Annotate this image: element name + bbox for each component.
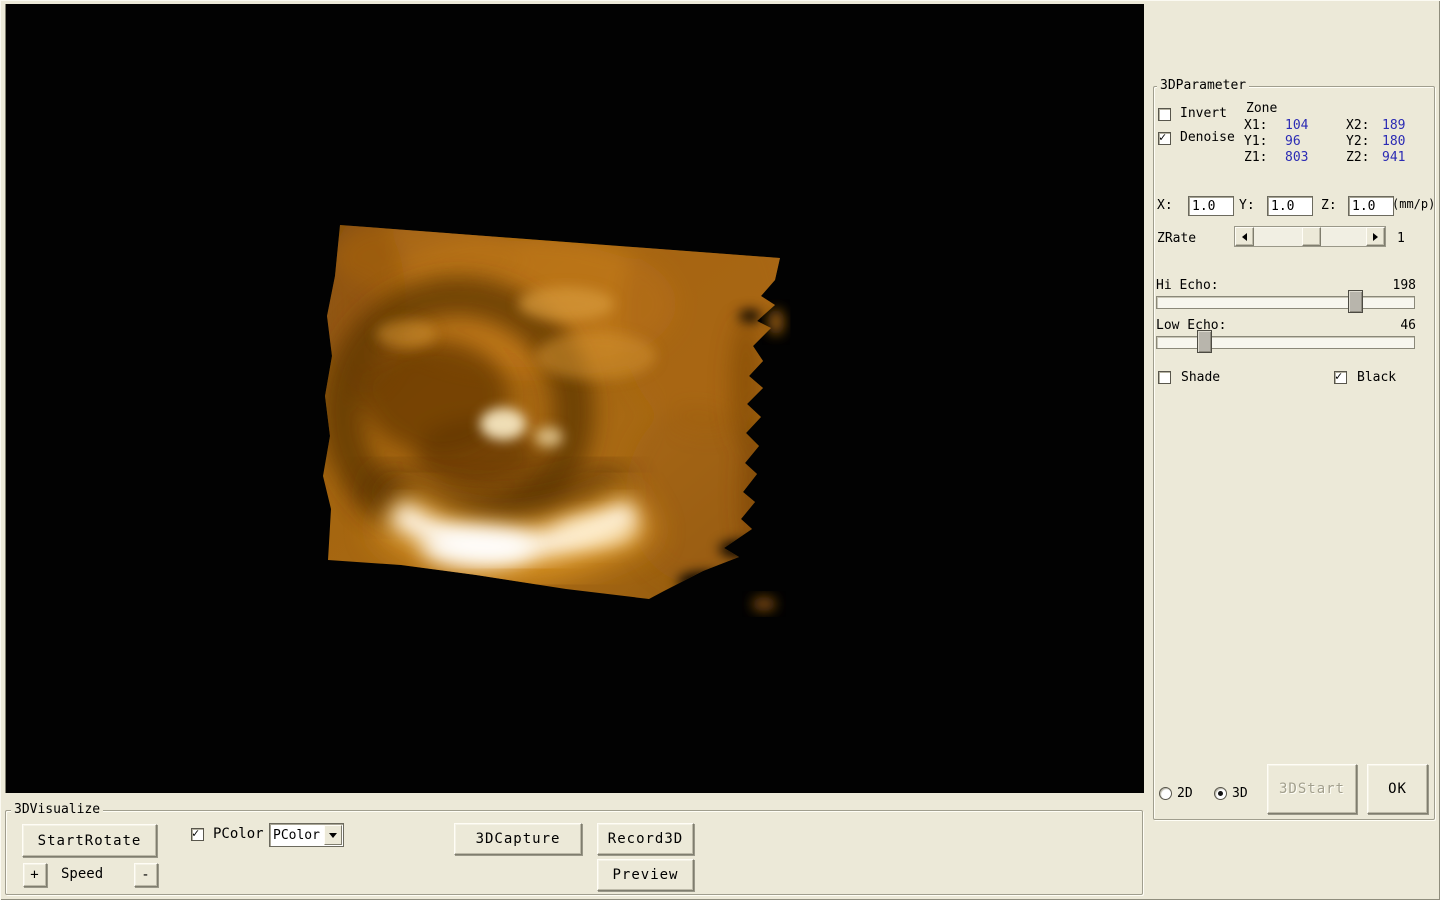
speed-plus-button[interactable]: + — [23, 863, 47, 887]
zone-y1-value: 96 — [1285, 134, 1301, 149]
speed-label: Speed — [61, 866, 104, 882]
black-checkbox[interactable] — [1334, 369, 1347, 384]
preview-button[interactable]: Preview — [597, 859, 694, 891]
mode-2d-label: 2D — [1177, 786, 1193, 801]
zrate-scrollbar-thumb[interactable] — [1302, 227, 1321, 246]
zone-z1-value: 803 — [1285, 150, 1309, 165]
zone-title: Zone — [1246, 101, 1278, 116]
low-echo-slider-thumb[interactable] — [1196, 330, 1212, 353]
zone-x1-value: 104 — [1285, 118, 1309, 133]
mode-3d-radio[interactable] — [1214, 787, 1227, 800]
zone-z2-value: 941 — [1382, 150, 1406, 165]
hi-echo-value: 198 — [1392, 278, 1416, 293]
low-echo-slider[interactable] — [1156, 330, 1415, 353]
hi-echo-label: Hi Echo: — [1156, 278, 1219, 293]
scale-y-label: Y: — [1239, 198, 1255, 213]
zrate-label: ZRate — [1157, 231, 1197, 246]
mode-2d-radio[interactable] — [1159, 787, 1172, 800]
app-window: { "parameter_panel": { "title": "3DParam… — [0, 0, 1440, 900]
hi-echo-slider-thumb[interactable] — [1348, 290, 1364, 313]
visualize-panel-title: 3DVisualize — [11, 802, 104, 818]
arrow-right-icon — [1373, 232, 1382, 241]
mode-3d-label: 3D — [1232, 786, 1248, 801]
zone-y2-label: Y2: — [1346, 134, 1370, 149]
denoise-label: Denoise — [1180, 130, 1235, 145]
scale-unit-label: (mm/p) — [1392, 197, 1436, 211]
invert-checkbox[interactable] — [1158, 108, 1171, 121]
render-viewport[interactable] — [5, 4, 1144, 793]
scale-y-input[interactable] — [1267, 196, 1313, 216]
parameter-groupbox: 3DParameter Invert Denoise Zone X1: 104 … — [1153, 78, 1436, 820]
record-3d-button[interactable]: Record3D — [597, 823, 694, 855]
zone-x1-label: X1: — [1244, 118, 1268, 133]
pcolor-dropdown-button[interactable] — [323, 825, 342, 845]
visualize-groupbox: 3DVisualize StartRotate + Speed - PColor… — [5, 802, 1143, 895]
ok-button[interactable]: OK — [1367, 764, 1428, 814]
pcolor-checkbox-label: PColor — [213, 826, 264, 842]
low-echo-label: Low Echo: — [1156, 318, 1227, 333]
denoise-checkbox[interactable] — [1158, 130, 1171, 145]
parameter-panel-title: 3DParameter — [1157, 78, 1250, 94]
ultrasound-volume-render — [323, 225, 784, 611]
scale-z-label: Z: — [1321, 198, 1337, 213]
arrow-left-icon — [1238, 232, 1247, 241]
scale-x-label: X: — [1157, 198, 1173, 213]
scale-z-input[interactable] — [1348, 196, 1394, 216]
zone-x2-value: 189 — [1382, 118, 1406, 133]
zone-y2-value: 180 — [1382, 134, 1406, 149]
pcolor-dropdown-value: PColor — [273, 827, 320, 843]
capture-3d-button[interactable]: 3DCapture — [454, 823, 582, 855]
pcolor-dropdown[interactable]: PColor — [269, 823, 344, 847]
start-3d-button[interactable]: 3DStart — [1267, 764, 1357, 814]
start-rotate-button[interactable]: StartRotate — [22, 824, 157, 857]
zrate-scroll-left-button[interactable] — [1235, 227, 1254, 246]
zrate-value: 1 — [1397, 231, 1405, 246]
speed-minus-button[interactable]: - — [134, 863, 158, 887]
zrate-scrollbar[interactable] — [1234, 226, 1386, 247]
zone-y1-label: Y1: — [1244, 134, 1268, 149]
zone-z1-label: Z1: — [1244, 150, 1268, 165]
shade-checkbox[interactable] — [1158, 371, 1171, 384]
zone-z2-label: Z2: — [1346, 150, 1370, 165]
chevron-down-icon — [328, 832, 337, 842]
low-echo-value: 46 — [1400, 318, 1416, 333]
invert-label: Invert — [1180, 106, 1227, 121]
pcolor-checkbox[interactable] — [191, 826, 204, 841]
zrate-scroll-right-button[interactable] — [1366, 227, 1385, 246]
zone-x2-label: X2: — [1346, 118, 1370, 133]
hi-echo-slider[interactable] — [1156, 290, 1415, 313]
scale-x-input[interactable] — [1188, 196, 1234, 216]
black-label: Black — [1357, 370, 1397, 385]
shade-label: Shade — [1181, 370, 1221, 385]
